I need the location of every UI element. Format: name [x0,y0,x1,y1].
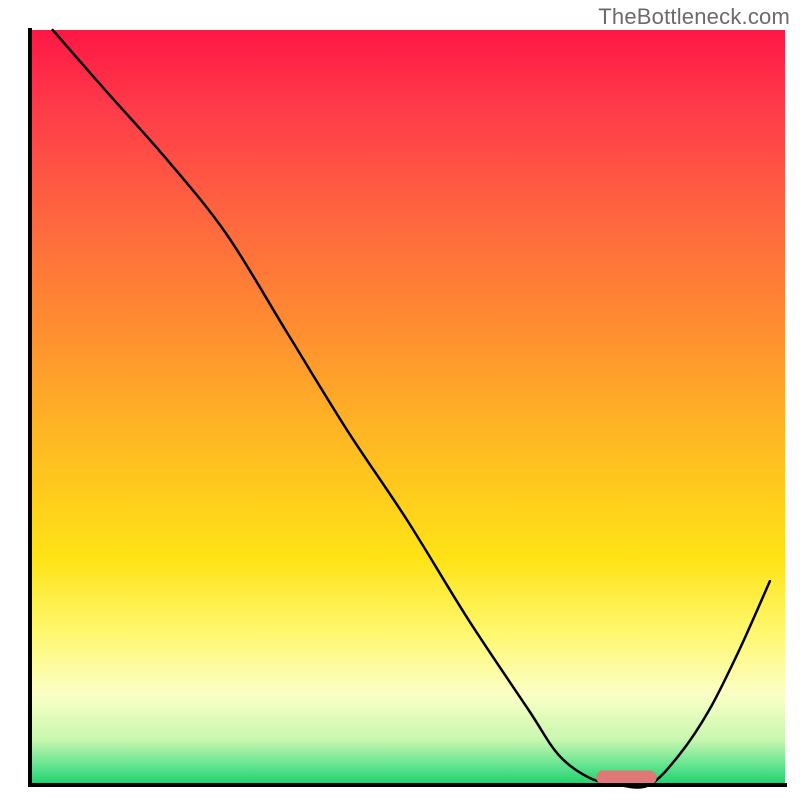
bottleneck-chart [0,0,800,800]
optimal-range-marker [596,770,656,784]
plot-background [30,30,785,785]
chart-container: TheBottleneck.com [0,0,800,800]
